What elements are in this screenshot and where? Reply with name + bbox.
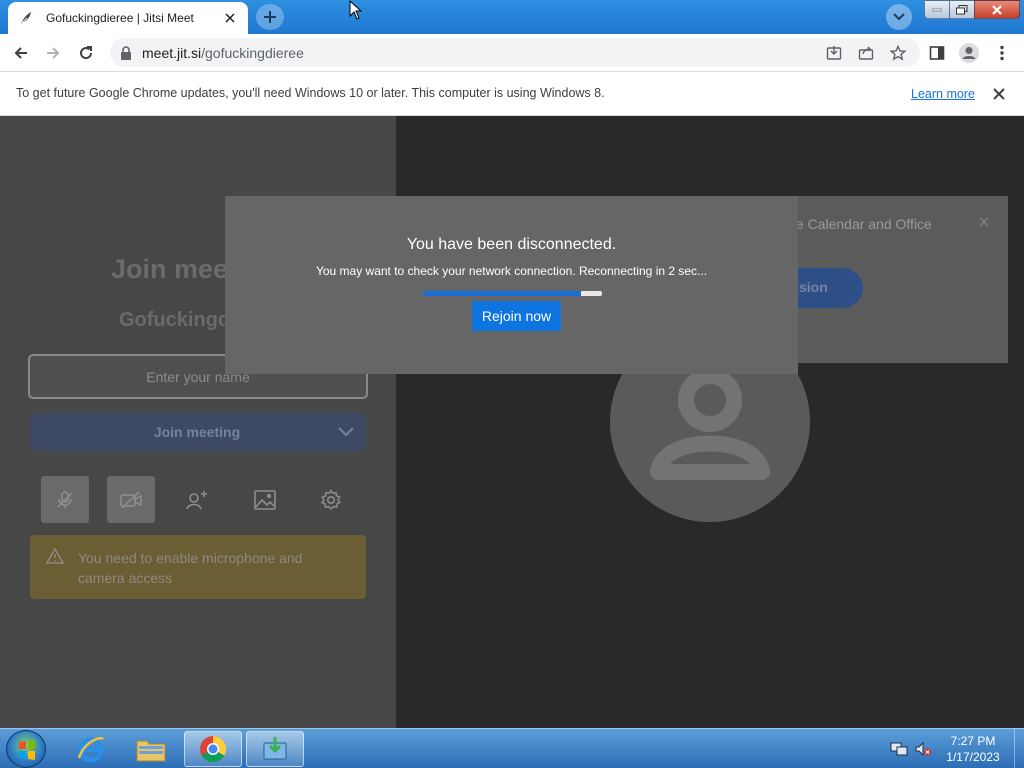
learn-more-link[interactable]: Learn more: [911, 87, 975, 101]
profile-avatar-icon[interactable]: [956, 40, 982, 66]
reload-button[interactable]: [73, 40, 99, 66]
url-host: meet.jit.si: [142, 44, 202, 61]
install-app-icon[interactable]: [820, 38, 848, 67]
banner-close-icon[interactable]: [977, 215, 991, 229]
clock-date: 1/17/2023: [946, 750, 1000, 764]
mouse-cursor-icon: [349, 0, 363, 20]
join-meeting-label: Join meeting: [153, 424, 241, 440]
forward-button[interactable]: [40, 40, 66, 66]
back-button[interactable]: [8, 40, 34, 66]
url-path: /gofuckingdieree: [201, 44, 304, 61]
warning-text: You need to enable microphone and camera…: [78, 550, 303, 586]
warning-icon: [46, 548, 64, 564]
side-panel-icon[interactable]: [924, 40, 950, 66]
network-tray-icon[interactable]: [888, 729, 910, 768]
new-tab-button[interactable]: [256, 4, 284, 30]
join-meeting-button[interactable]: Join meeting: [30, 413, 366, 451]
internet-explorer-taskbar-icon[interactable]: [62, 731, 120, 767]
tab-title: Gofuckingdieree | Jitsi Meet: [46, 11, 194, 25]
calendar-button-label: sion: [799, 279, 828, 295]
download-manager-taskbar-icon[interactable]: [246, 731, 304, 767]
tab-jitsi[interactable]: Gofuckingdieree | Jitsi Meet: [8, 2, 248, 34]
join-meeting-heading: Join mee: [111, 254, 229, 284]
infobar-message: To get future Google Chrome updates, you…: [16, 86, 605, 100]
reconnect-progress-bar: [423, 291, 602, 296]
update-infobar: To get future Google Chrome updates, you…: [0, 71, 1024, 116]
browser-toolbar: meet.jit.si/gofuckingdieree: [0, 34, 1024, 71]
dialog-message: You may want to check your network conne…: [315, 264, 708, 278]
calendar-banner-text: gle Calendar and Office: [785, 216, 932, 232]
jitsi-favicon-icon: [18, 10, 34, 26]
chrome-taskbar-icon[interactable]: [184, 731, 242, 767]
disconnected-dialog: You have been disconnected. You may want…: [225, 196, 798, 374]
permission-warning: You need to enable microphone and camera…: [30, 535, 366, 599]
start-button[interactable]: [6, 730, 46, 768]
settings-gear-icon[interactable]: [318, 487, 344, 513]
tab-strip: Gofuckingdieree | Jitsi Meet: [0, 0, 1024, 34]
volume-muted-icon[interactable]: [912, 729, 934, 768]
microphone-toggle[interactable]: [41, 476, 89, 523]
minimize-button[interactable]: [924, 0, 950, 19]
tab-close-icon[interactable]: [222, 10, 238, 26]
tab-search-chevron-icon[interactable]: [886, 4, 912, 30]
url-text: meet.jit.si/gofuckingdieree: [142, 45, 304, 61]
jitsi-page: Join mee Gofuckingd Join meeting You nee…: [0, 116, 1024, 728]
show-desktop-button[interactable]: [1014, 729, 1024, 768]
clock-time: 7:27 PM: [950, 734, 996, 748]
system-clock[interactable]: 7:27 PM 1/17/2023: [938, 733, 1008, 765]
windows-logo-icon: [19, 740, 35, 760]
menu-kebab-icon[interactable]: [989, 40, 1015, 66]
bookmark-star-icon[interactable]: [884, 38, 912, 67]
restore-button[interactable]: [949, 0, 975, 19]
lock-icon[interactable]: [120, 45, 134, 60]
camera-toggle[interactable]: [107, 476, 155, 523]
chevron-down-icon[interactable]: [326, 427, 366, 437]
virtual-background-icon[interactable]: [252, 487, 278, 513]
close-window-button[interactable]: [974, 0, 1020, 19]
room-name: Gofuckingd: [119, 309, 231, 331]
invite-people-icon[interactable]: [184, 487, 210, 513]
rejoin-now-button[interactable]: Rejoin now: [472, 301, 561, 331]
share-icon[interactable]: [852, 38, 880, 67]
reconnect-progress-fill: [423, 291, 581, 296]
infobar-close-icon[interactable]: [990, 85, 1008, 103]
windows-taskbar: 7:27 PM 1/17/2023: [0, 728, 1024, 768]
dialog-title: You have been disconnected.: [406, 236, 617, 253]
address-bar[interactable]: meet.jit.si/gofuckingdieree: [110, 38, 920, 67]
file-explorer-taskbar-icon[interactable]: [122, 731, 180, 767]
